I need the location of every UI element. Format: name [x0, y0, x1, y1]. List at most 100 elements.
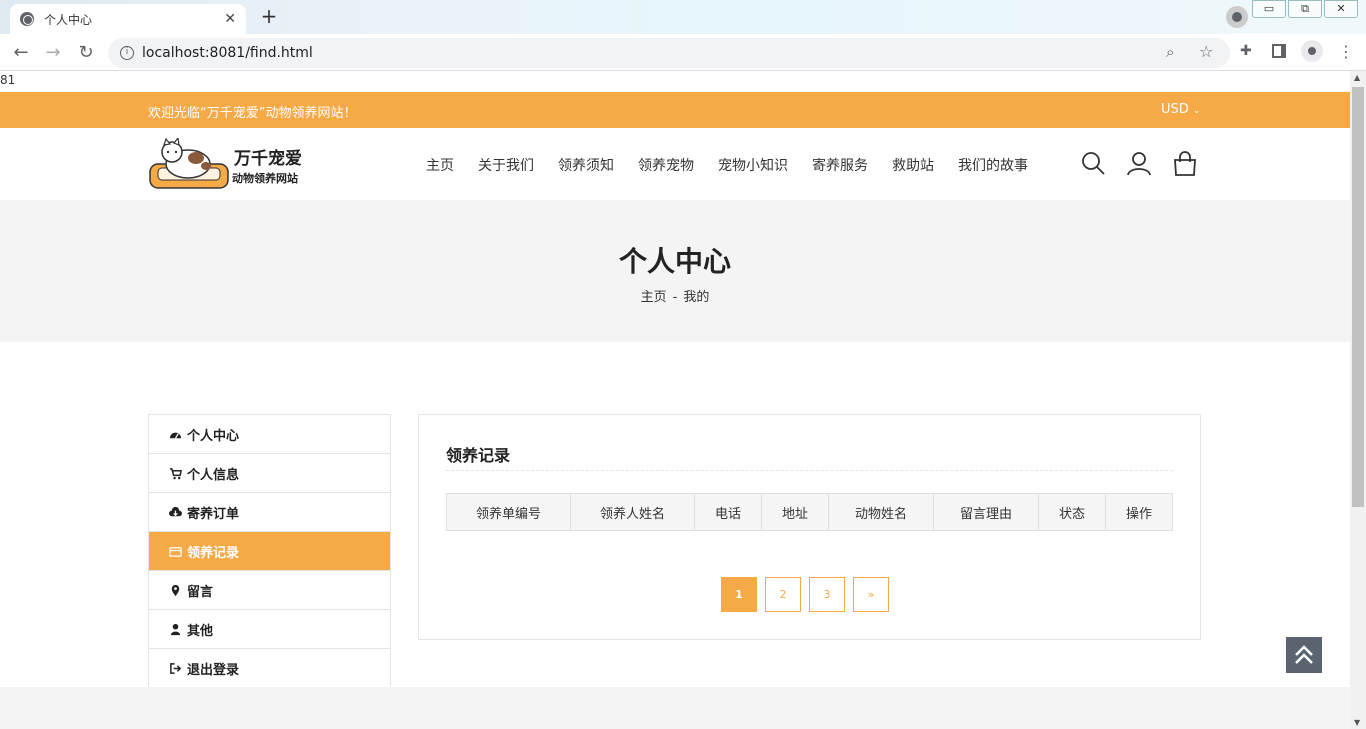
welcome-text: 欢迎光临“万千宠爱”动物领养网站！	[148, 106, 357, 121]
panel-divider	[446, 470, 1173, 471]
breadcrumb-separator: -	[672, 290, 678, 305]
nav-item[interactable]: 救助站	[892, 155, 934, 175]
back-to-top-button[interactable]	[1286, 637, 1322, 673]
scroll-up-icon[interactable]: ▲	[1354, 73, 1360, 82]
table-column-header: 动物姓名	[829, 494, 934, 530]
close-window-button[interactable]: ✕	[1324, 0, 1358, 18]
table-column-header: 操作	[1125, 506, 1152, 522]
cat-sofa-logo-icon: 万千宠爱 动物领养网站	[149, 136, 302, 189]
pagination-page-button[interactable]: 3	[809, 577, 845, 612]
nav-item[interactable]: 关于我们	[478, 155, 534, 175]
nav-item[interactable]: 宠物小知识	[718, 155, 788, 175]
credit-card-icon	[167, 544, 183, 558]
pagination-page-button[interactable]: 1	[721, 577, 757, 612]
scroll-down-icon[interactable]: ▼	[1354, 718, 1360, 727]
reload-icon[interactable]: ↻	[75, 42, 97, 64]
table-column-header: 领养单编号	[447, 494, 571, 530]
restore-button[interactable]: ⧉	[1288, 0, 1322, 18]
account-sidebar: 个人中心个人信息寄养订单领养记录留言其他退出登录	[148, 414, 391, 689]
map-marker-icon	[167, 583, 183, 597]
sidebar-item[interactable]: 个人信息	[149, 454, 390, 493]
side-panel-icon[interactable]	[1272, 44, 1286, 58]
pagination: 1 2 3»	[721, 577, 889, 612]
sidebar-item-label: 寄养订单	[187, 506, 240, 522]
site-info-icon[interactable]: i	[120, 46, 134, 60]
header-icons	[1080, 150, 1198, 176]
breadcrumb-current: 我的	[683, 290, 710, 305]
nav-item[interactable]: 领养须知	[558, 155, 614, 175]
nav-item[interactable]: 主页	[426, 155, 454, 175]
table-column-header: 状态	[1039, 494, 1106, 530]
page-scrollbar[interactable]: ▲ ▼	[1350, 71, 1366, 729]
user-icon	[167, 622, 183, 636]
minimize-button[interactable]: ▭	[1252, 0, 1286, 18]
scrollbar-thumb[interactable]	[1352, 87, 1364, 507]
dashboard-icon	[167, 427, 183, 441]
page-banner: 个人中心 主页 - 我的	[0, 200, 1350, 342]
tab-title: 个人中心	[44, 12, 93, 27]
debug-text: 81	[0, 73, 16, 87]
cloud-download-icon	[167, 505, 183, 519]
pagination-page-button[interactable]: 2	[765, 577, 801, 612]
search-icon[interactable]	[1080, 150, 1106, 176]
chevron-down-icon: ⌄	[1192, 106, 1201, 116]
back-arrow-icon[interactable]: ←	[10, 42, 32, 64]
sign-out-icon	[167, 662, 183, 676]
window-controls: ▭ ⧉ ✕	[1252, 0, 1358, 18]
pagination-next-button[interactable]: »	[853, 577, 889, 612]
sidebar-item-label: 其他	[187, 623, 214, 639]
currency-selector[interactable]: USD ⌄	[1161, 102, 1200, 117]
panel-title: 领养记录	[446, 446, 511, 465]
sidebar-item-label: 个人中心	[187, 428, 240, 444]
nav-item[interactable]: 我们的故事	[958, 155, 1028, 175]
browser-tab[interactable]: 个人中心 ✕	[10, 4, 246, 34]
table-column-header: 地址	[762, 494, 829, 530]
sidebar-item[interactable]: 留言	[149, 571, 390, 610]
bookmark-star-icon[interactable]: ☆	[1199, 42, 1213, 61]
page-title: 个人中心	[618, 245, 731, 278]
sidebar-item-label: 个人信息	[187, 467, 240, 483]
account-avatar-icon[interactable]	[1301, 40, 1323, 62]
svg-text:动物领养网站: 动物领养网站	[232, 171, 298, 185]
table-column-header: 电话	[695, 494, 762, 530]
address-bar[interactable]: i localhost:8081/find.html	[108, 38, 1230, 68]
sidebar-item[interactable]: 个人中心	[149, 415, 390, 454]
sidebar-item[interactable]: 其他	[149, 610, 390, 649]
adoption-records-panel: 领养记录 领养单编号 领养人姓名 电话 地址 动物姓名 留言理由 状态 操作 1 2 3»	[418, 414, 1201, 640]
globe-icon	[20, 12, 34, 26]
shopping-bag-icon[interactable]	[1172, 150, 1198, 176]
sidebar-item-label: 留言	[187, 584, 214, 600]
zoom-icon[interactable]: ⌕	[1166, 43, 1174, 61]
cart-icon	[167, 466, 183, 480]
user-account-icon[interactable]	[1126, 150, 1152, 176]
browser-tab-strip: 个人中心 ✕ + ▭ ⧉ ✕	[0, 0, 1366, 34]
sidebar-item[interactable]: 领养记录	[149, 532, 390, 571]
sidebar-item[interactable]: 寄养订单	[149, 493, 390, 532]
svg-text:万千宠爱: 万千宠爱	[233, 148, 302, 169]
nav-item[interactable]: 寄养服务	[812, 155, 868, 175]
browser-menu-icon[interactable]: ⋮	[1338, 42, 1354, 61]
page-viewport: 81 欢迎光临“万千宠爱”动物领养网站！ USD ⌄ 万千宠爱 动物领养网站 主…	[0, 71, 1350, 729]
sidebar-item-label: 领养记录	[187, 545, 240, 561]
breadcrumb-home-link[interactable]: 主页	[641, 290, 667, 305]
table-column-header: 留言理由	[934, 494, 1039, 530]
main-nav: 主页 关于我们 领养须知 领养宠物 宠物小知识 寄养服务 救助站 我们的故事	[426, 155, 1028, 175]
table-column-header: 领养人姓名	[571, 494, 695, 530]
footer-strip	[0, 687, 1350, 729]
sidebar-item-label: 退出登录	[187, 663, 240, 678]
currency-label: USD	[1161, 102, 1189, 117]
site-logo[interactable]: 万千宠爱 动物领养网站	[148, 136, 323, 190]
tab-close-icon[interactable]: ✕	[224, 11, 236, 27]
records-table-header: 领养单编号 领养人姓名 电话 地址 动物姓名 留言理由 状态 操作	[446, 493, 1173, 531]
new-tab-button[interactable]: +	[256, 5, 282, 29]
site-header: 万千宠爱 动物领养网站 主页 关于我们 领养须知 领养宠物 宠物小知识 寄养服务 救助站 我们…	[0, 128, 1350, 200]
double-chevron-up-icon	[1295, 645, 1313, 664]
profile-menu-icon[interactable]	[1226, 6, 1248, 28]
forward-arrow-icon[interactable]: →	[42, 42, 64, 64]
breadcrumb: 主页 - 我的	[0, 286, 1350, 305]
nav-item[interactable]: 领养宠物	[638, 155, 694, 175]
extensions-puzzle-icon[interactable]: ✚	[1240, 43, 1252, 59]
browser-toolbar: ← → ↻ i localhost:8081/find.html ⌕ ☆ ✚ ⋮	[0, 34, 1366, 71]
sidebar-item[interactable]: 退出登录	[149, 649, 390, 688]
url-text: localhost:8081/find.html	[142, 45, 313, 61]
